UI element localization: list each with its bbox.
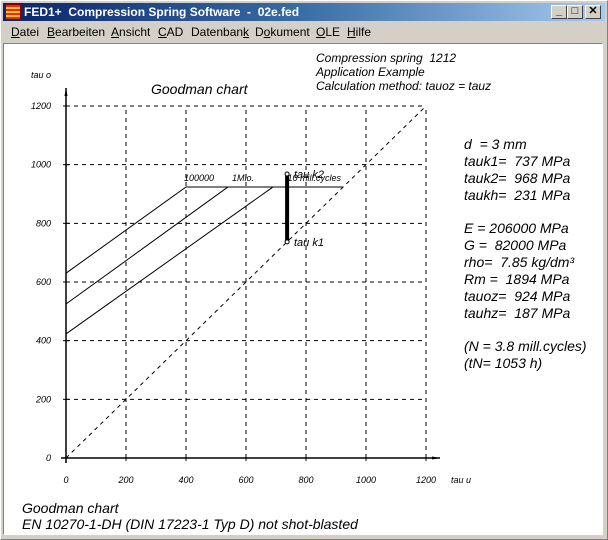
y-axis-arrow bbox=[64, 88, 68, 96]
window-title: FED1+ Compression Spring Software - 02e.… bbox=[24, 5, 300, 19]
x-tick-label: 1200 bbox=[416, 475, 436, 485]
caption-material: EN 10270-1-DH (DIN 17223-1 Typ D) not sh… bbox=[22, 516, 358, 532]
close-button[interactable]: ✕ bbox=[585, 5, 601, 19]
menu-hilfe[interactable]: Hilfe bbox=[347, 23, 371, 42]
menu-ole[interactable]: OLE bbox=[316, 23, 340, 42]
y-tick-label: 200 bbox=[35, 394, 51, 404]
x-tick-label: 200 bbox=[117, 475, 133, 485]
document-view: Compression spring 1212 Application Exam… bbox=[3, 43, 603, 535]
annotation-label: 1Mio. bbox=[232, 173, 254, 183]
x-tick-label: 800 bbox=[298, 475, 313, 485]
x-tick-label: 1000 bbox=[356, 475, 376, 485]
series-10-mill-cycles bbox=[65, 186, 274, 335]
x-axis-label: tau u bbox=[451, 475, 471, 485]
menu-datei[interactable]: Datei bbox=[11, 23, 39, 42]
y-axis-label: tau o bbox=[31, 70, 51, 80]
menu-cad[interactable]: CAD bbox=[158, 23, 183, 42]
app-window: FED1+ Compression Spring Software - 02e.… bbox=[0, 0, 608, 540]
maximize-button[interactable]: □ bbox=[567, 5, 583, 19]
y-tick-label: 400 bbox=[36, 336, 51, 346]
menu-datenbank[interactable]: Datenbank bbox=[191, 23, 249, 42]
chart-title: Goodman chart bbox=[151, 81, 249, 97]
minimize-button[interactable]: _ bbox=[551, 5, 567, 19]
menu-bearbeiten[interactable]: Bearbeiten bbox=[47, 23, 105, 42]
x-tick-label: 600 bbox=[238, 475, 253, 485]
annotation-label: tau k1 bbox=[294, 237, 324, 249]
x-tick-label: 0 bbox=[63, 475, 68, 485]
y-tick-label: 1200 bbox=[31, 101, 51, 111]
menu-ansicht[interactable]: Ansicht bbox=[111, 23, 150, 42]
series-1mio- bbox=[65, 186, 229, 305]
y-tick-label: 1000 bbox=[31, 160, 51, 170]
x-tick-label: 400 bbox=[178, 475, 193, 485]
caption-title: Goodman chart bbox=[22, 500, 119, 516]
y-tick-label: 600 bbox=[36, 277, 51, 287]
menu-bar: Datei Bearbeiten Ansicht CAD Datenbank D… bbox=[3, 23, 605, 42]
x-axis-arrow bbox=[432, 456, 440, 460]
stress-endpoint-marker bbox=[284, 239, 290, 245]
chart-annotations: 100000 1Mio. 10 mill.cyclestau k2tau k1 bbox=[184, 169, 342, 249]
menu-dokument[interactable]: Dokument bbox=[255, 23, 310, 42]
annotation-label: 100000 bbox=[184, 173, 214, 183]
spring-app-icon[interactable] bbox=[5, 4, 21, 20]
annotation-label: tau k2 bbox=[294, 169, 324, 181]
title-bar[interactable]: FED1+ Compression Spring Software - 02e.… bbox=[3, 3, 605, 21]
series-100000 bbox=[65, 186, 344, 274]
goodman-chart: Goodman chart 0 200 400 600 800 1000 1200 0 200 4… bbox=[31, 70, 471, 485]
y-tick-label: 0 bbox=[46, 453, 51, 463]
y-tick-label: 800 bbox=[36, 218, 51, 228]
